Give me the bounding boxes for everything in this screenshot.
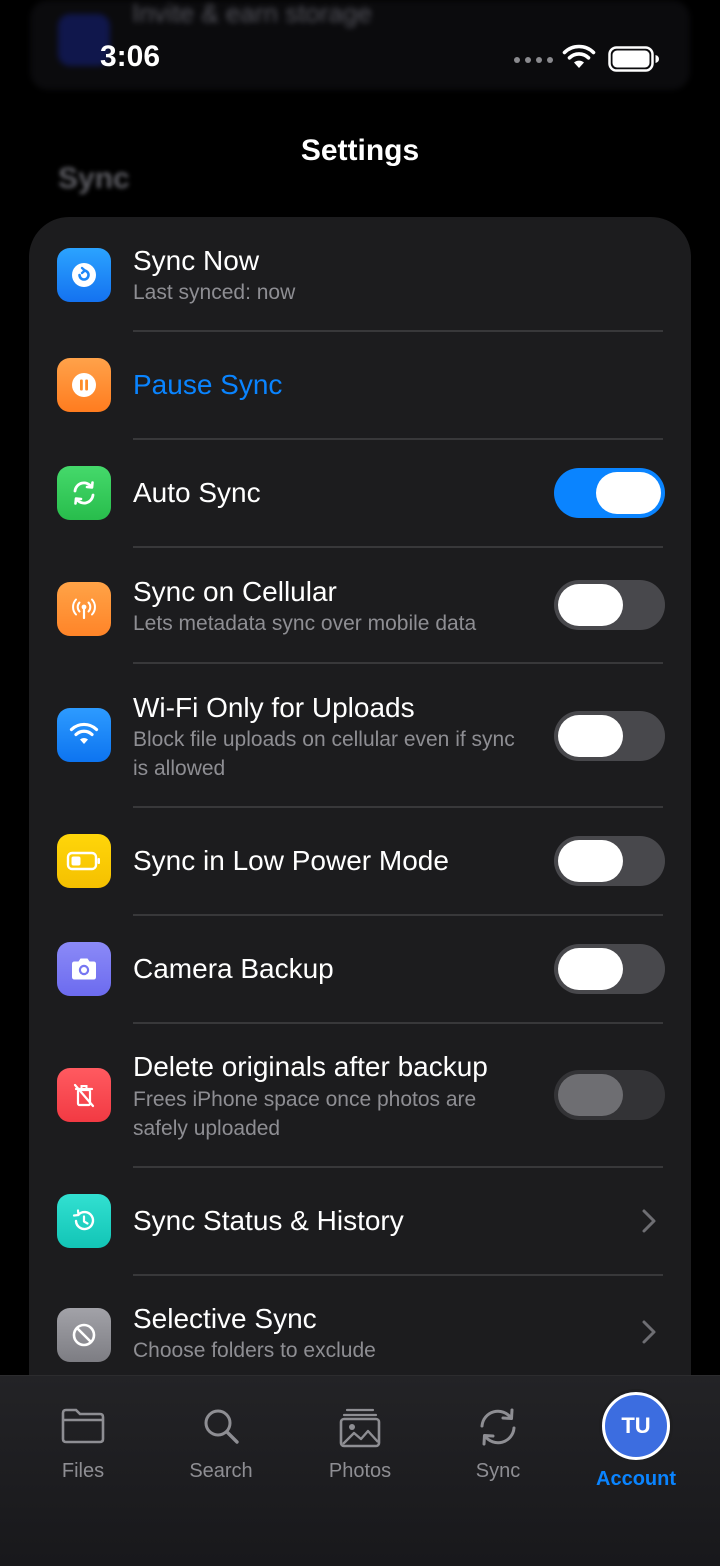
delete-originals-row: Delete originals after backup Frees iPho…	[29, 1023, 691, 1166]
camera-backup-toggle[interactable]	[554, 944, 665, 994]
photos-icon	[339, 1408, 381, 1448]
battery-status-icon	[608, 46, 659, 72]
low-power-mode-toggle[interactable]	[554, 836, 665, 886]
auto-sync-row: Auto Sync	[29, 439, 691, 546]
delete-originals-subtitle: Frees iPhone space once photos are safel…	[133, 1088, 477, 1140]
exclude-icon	[57, 1308, 111, 1362]
sync-now-title: Sync Now	[133, 245, 260, 276]
tab-photos-label: Photos	[328, 1460, 392, 1482]
low-power-mode-row: Sync in Low Power Mode	[29, 807, 691, 914]
chevron-right-icon	[642, 1320, 656, 1344]
page-title: Settings	[300, 134, 420, 167]
sync-on-cellular-title: Sync on Cellular	[133, 576, 337, 607]
camera-icon	[57, 942, 111, 996]
selective-sync-title: Selective Sync	[133, 1303, 317, 1334]
wifi-status-icon	[562, 44, 596, 68]
low-power-mode-title: Sync in Low Power Mode	[133, 845, 449, 876]
chevron-right-icon	[642, 1209, 656, 1233]
banner-title: Invite & earn storage	[132, 0, 372, 28]
history-icon	[57, 1194, 111, 1248]
tab-account[interactable]: TU Account	[581, 1376, 691, 1496]
sync-now-subtitle: Last synced: now	[133, 281, 296, 304]
selective-sync-subtitle: Choose folders to exclude	[133, 1339, 376, 1362]
sync-on-cellular-subtitle: Lets metadata sync over mobile data	[133, 612, 477, 635]
cellular-signal-icon	[514, 57, 553, 63]
camera-backup-title: Camera Backup	[133, 953, 334, 984]
tab-sync[interactable]: Sync	[443, 1376, 553, 1496]
sync-now-icon	[57, 248, 111, 302]
sync-on-cellular-row: Sync on Cellular Lets metadata sync over…	[29, 547, 691, 662]
sync-now-row[interactable]: Sync Now Last synced: now	[29, 217, 691, 331]
wifi-only-uploads-subtitle: Block file uploads on cellular even if s…	[133, 728, 515, 780]
sync-status-history-title: Sync Status & History	[133, 1205, 404, 1236]
sync-on-cellular-toggle[interactable]	[554, 580, 665, 630]
wifi-only-uploads-title: Wi-Fi Only for Uploads	[133, 692, 415, 723]
wifi-icon	[57, 708, 111, 762]
auto-sync-toggle[interactable]	[554, 468, 665, 518]
pause-sync-title: Pause Sync	[133, 369, 283, 400]
pause-icon	[57, 358, 111, 412]
battery-icon	[57, 834, 111, 888]
auto-sync-title: Auto Sync	[133, 477, 261, 508]
delete-originals-toggle[interactable]	[554, 1070, 665, 1120]
sync-status-history-row[interactable]: Sync Status & History	[29, 1167, 691, 1274]
auto-sync-icon	[57, 466, 111, 520]
cellular-icon	[57, 582, 111, 636]
tab-sync-label: Sync	[475, 1460, 521, 1482]
wifi-only-uploads-toggle[interactable]	[554, 711, 665, 761]
tab-account-label: Account	[596, 1468, 676, 1490]
sync-icon	[480, 1408, 516, 1446]
search-icon	[204, 1409, 239, 1444]
tab-files[interactable]: Files	[28, 1376, 138, 1496]
avatar: TU	[602, 1392, 670, 1460]
tab-photos[interactable]: Photos	[305, 1376, 415, 1496]
tab-search[interactable]: Search	[166, 1376, 276, 1496]
tab-search-label: Search	[189, 1460, 253, 1482]
pause-sync-row[interactable]: Pause Sync	[29, 331, 691, 438]
wifi-only-uploads-row: Wi-Fi Only for Uploads Block file upload…	[29, 663, 691, 806]
trash-icon	[57, 1068, 111, 1122]
tab-files-label: Files	[61, 1460, 105, 1482]
folder-icon	[61, 1408, 105, 1444]
sync-settings-card: Sync Now Last synced: now Pause Sync Aut…	[29, 217, 691, 1417]
tab-bar: Files Search Photos Sync TU Account	[0, 1375, 720, 1566]
camera-backup-row: Camera Backup	[29, 915, 691, 1022]
delete-originals-title: Delete originals after backup	[133, 1051, 488, 1082]
status-time: 3:06	[100, 40, 161, 73]
